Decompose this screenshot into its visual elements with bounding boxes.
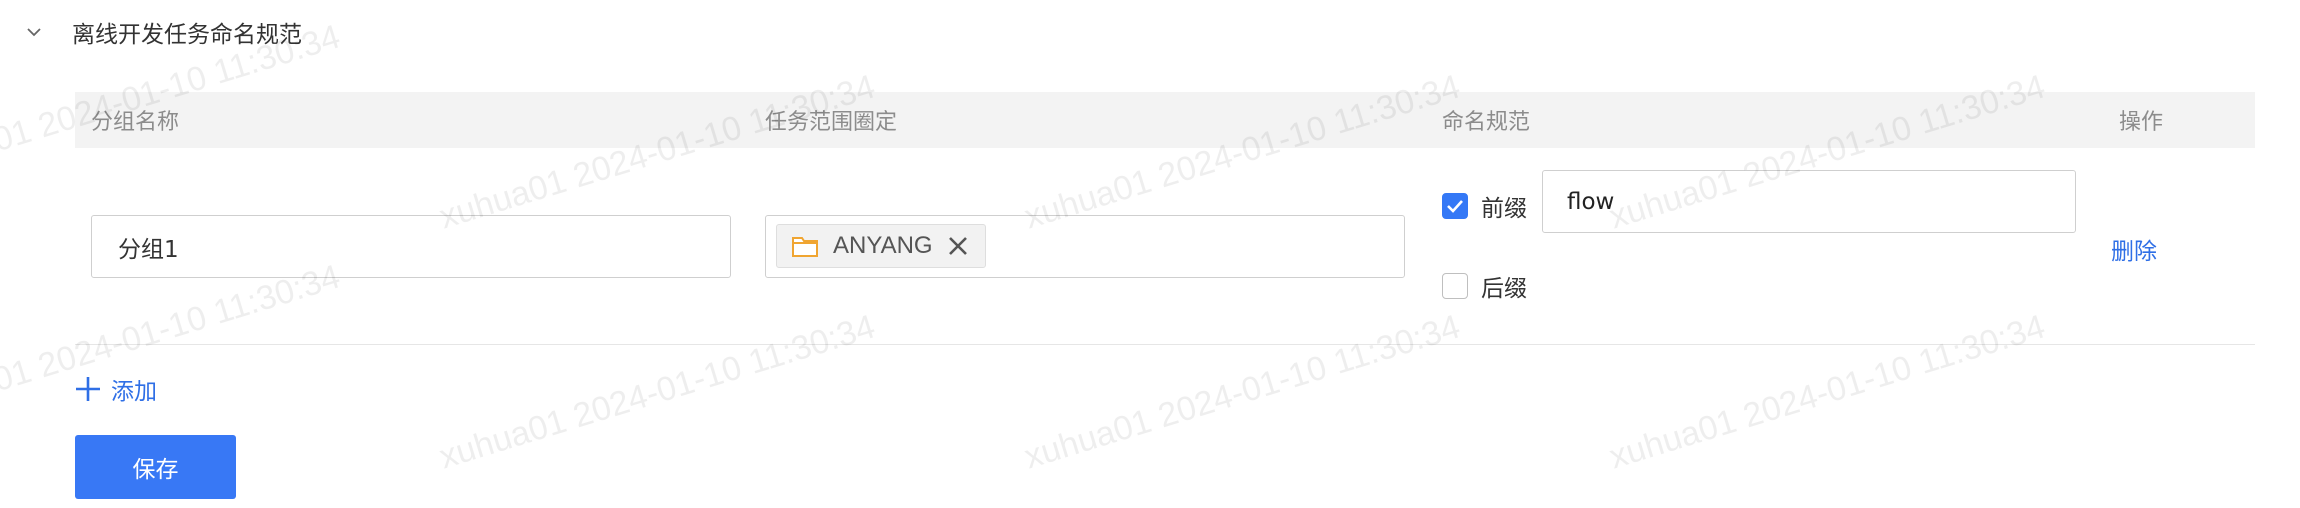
section-header: 离线开发任务命名规范 [20,14,302,50]
folder-icon [791,234,819,258]
suffix-checkbox[interactable] [1442,273,1468,299]
add-button[interactable]: 添加 [75,372,157,406]
column-header-action: 操作 [2119,110,2164,135]
prefix-option: 前缀 [1442,189,1527,223]
scope-select[interactable]: ANYANG [765,215,1405,278]
scope-tag: ANYANG [776,224,986,268]
group-name-input[interactable]: 分组1 [91,215,731,278]
column-header-scope: 任务范围圈定 [765,110,898,135]
scope-tag-label: ANYANG [833,232,933,259]
save-button[interactable]: 保存 [75,435,236,499]
naming-rule-table: 分组名称 任务范围圈定 命名规范 操作 分组1 ANYANG 前缀 flow 后… [75,92,2255,345]
prefix-checkbox[interactable] [1442,193,1468,219]
delete-link[interactable]: 删除 [2111,232,2157,266]
column-header-group-name: 分组名称 [91,110,180,135]
prefix-input[interactable]: flow [1542,170,2076,233]
suffix-label: 后缀 [1481,276,1527,302]
section-title: 离线开发任务命名规范 [72,22,302,48]
chevron-down-icon[interactable] [20,18,48,46]
close-icon[interactable] [947,235,969,257]
plus-icon [75,376,101,402]
column-header-naming-rule: 命名规范 [1442,110,1531,135]
table-header: 分组名称 任务范围圈定 命名规范 操作 [75,92,2255,148]
suffix-option: 后缀 [1442,269,1527,303]
table-row: 分组1 ANYANG 前缀 flow 后缀 删除 [75,148,2255,345]
prefix-label: 前缀 [1481,196,1527,222]
add-label: 添加 [111,379,157,405]
